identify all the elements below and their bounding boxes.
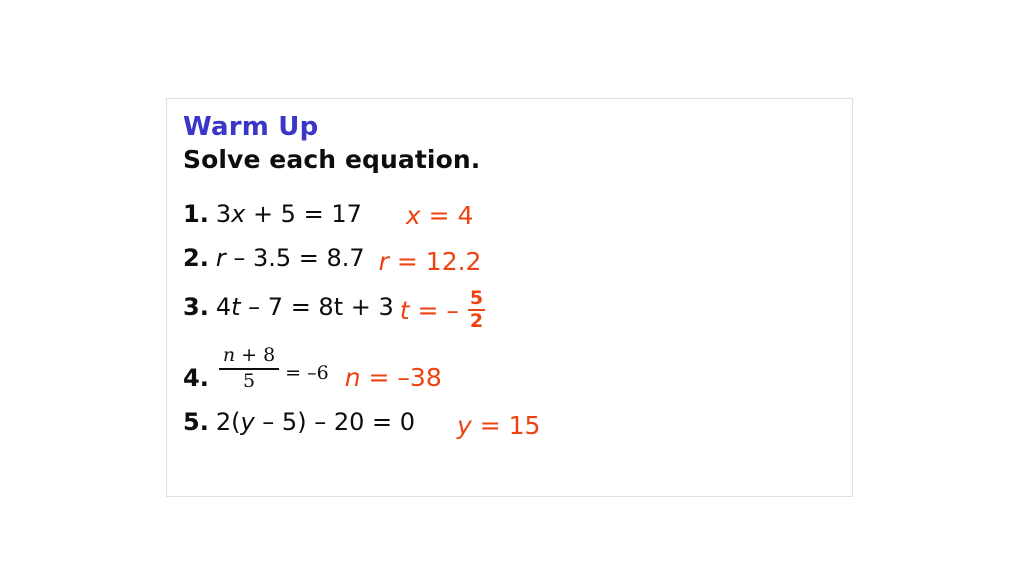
equation-variable-2: r (215, 243, 226, 272)
answer-variable-3: t (399, 295, 410, 325)
answer-operator-3: = – (409, 295, 467, 325)
problem-item-1: 1. 3x + 5 = 17 x = 4 (183, 199, 852, 243)
problem-item-5: 5. 2(y – 5) – 20 = 0 y = 15 (183, 407, 852, 451)
equation-suffix-3: – 7 = 8t + 3 (240, 292, 394, 321)
problem-answer-3: t = – 52 (399, 286, 486, 333)
page-title: Warm Up (183, 112, 319, 142)
problem-item-4: 4. n + 8 5 = –6 n = –38 (183, 339, 852, 401)
problem-equation-1: 3x + 5 = 17 (216, 200, 362, 228)
fraction-denominator-4: 5 (242, 369, 256, 392)
problem-equation-3: 4t – 7 = 8t + 3 (216, 293, 394, 321)
equation-fraction-4: n + 8 5 (218, 343, 280, 392)
answer-fraction-3: 52 (467, 286, 486, 332)
problem-number-1: 1. (183, 199, 209, 228)
problem-number-5: 5. (183, 407, 209, 436)
problem-equation-4: n + 8 5 = –6 (216, 343, 329, 393)
problem-answer-1: x = 4 (406, 201, 474, 230)
equation-variable-1: x (231, 199, 246, 228)
problem-answer-5: y = 15 (457, 411, 540, 440)
equation-prefix-5: 2( (215, 407, 241, 436)
problem-equation-5: 2(y – 5) – 20 = 0 (216, 408, 415, 436)
fraction-numerator-variable-4: n (222, 343, 236, 366)
problem-item-2: 2. r – 3.5 = 8.7 r = 12.2 (183, 243, 852, 287)
fraction-denominator-3: 2 (469, 309, 484, 332)
problem-number-3: 3. (183, 292, 209, 321)
answer-value-5: = 15 (471, 410, 541, 440)
fraction-numerator-4: n + 8 (219, 343, 279, 366)
problem-answer-2: r = 12.2 (379, 247, 482, 276)
equation-suffix-5: – 5) – 20 = 0 (254, 407, 415, 436)
problem-list: 1. 3x + 5 = 17 x = 4 2. r – 3.5 = 8.7 r … (175, 199, 852, 451)
problem-equation-2: r – 3.5 = 8.7 (216, 244, 365, 272)
problem-number-4: 4. (183, 363, 209, 392)
equation-prefix-3: 4 (215, 292, 232, 321)
answer-value-1: = 4 (420, 200, 474, 230)
problem-answer-4: n = –38 (345, 363, 442, 392)
equation-variable-5: y (240, 407, 255, 436)
answer-value-4: = –38 (360, 363, 442, 393)
answer-variable-2: r (378, 246, 389, 276)
instruction-text: Solve each equation. (183, 144, 481, 174)
fraction-numerator-rest-4: + 8 (235, 343, 276, 366)
problem-item-3: 3. 4t – 7 = 8t + 3 t = – 52 (183, 287, 852, 333)
equation-variable-3: t (231, 292, 241, 321)
equation-suffix-1: + 5 = 17 (245, 199, 362, 228)
equation-suffix-2: – 3.5 = 8.7 (225, 243, 365, 272)
problem-number-2: 2. (183, 243, 209, 272)
warm-up-content-box: Warm Up Solve each equation. 1. 3x + 5 =… (166, 98, 853, 497)
answer-variable-1: x (405, 200, 421, 230)
answer-variable-4: n (344, 363, 361, 393)
equation-rest-4: = –6 (285, 361, 329, 384)
answer-variable-5: y (457, 410, 472, 440)
fraction-numerator-3: 5 (469, 286, 484, 309)
answer-value-2: = 12.2 (388, 246, 482, 276)
equation-prefix-1: 3 (215, 199, 232, 228)
